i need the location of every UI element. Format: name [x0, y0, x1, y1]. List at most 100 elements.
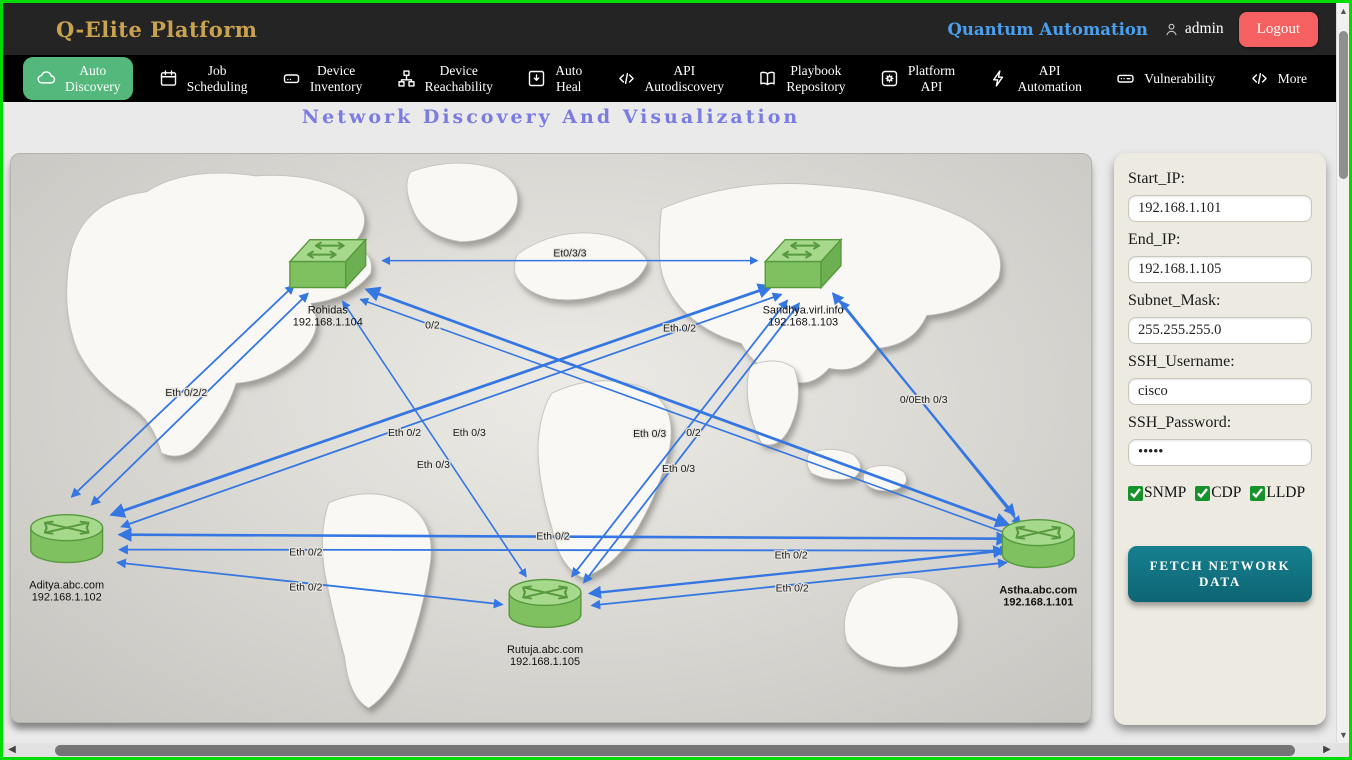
- end-ip-label: End_IP:: [1128, 231, 1312, 249]
- scroll-down-icon[interactable]: ▼: [1337, 728, 1350, 742]
- lldp-checkbox[interactable]: [1250, 486, 1265, 501]
- discovery-form-panel: Start_IP: End_IP: Subnet_Mask: SSH_Username…: [1114, 153, 1326, 725]
- nav-item-label: More: [1278, 71, 1307, 86]
- device-ip-label: 192.168.1.104: [293, 316, 363, 328]
- nav-item-label: JobScheduling: [187, 63, 248, 93]
- page-title: Network Discovery And Visualization: [10, 106, 1092, 128]
- device-aditya[interactable]: Aditya.abc.com192.168.1.102: [29, 515, 104, 604]
- fetch-network-data-button[interactable]: FETCH NETWORK DATA: [1128, 546, 1312, 602]
- edge-label: Eth 0/2: [775, 551, 808, 562]
- device-rutuja[interactable]: Rutuja.abc.com192.168.1.105: [507, 580, 583, 669]
- sitemap-icon: [396, 68, 417, 89]
- edge-label: Eth 0/2: [776, 583, 809, 594]
- app-logo: Q-Elite Platform: [56, 17, 258, 42]
- edge-label: Eth 0/3: [633, 429, 666, 440]
- horizontal-scroll-thumb[interactable]: [55, 745, 1295, 756]
- edge-label: Eth 0/3: [662, 464, 695, 475]
- device-name-label: Aditya.abc.com: [29, 579, 104, 591]
- snmp-checkbox[interactable]: [1128, 486, 1143, 501]
- start-ip-input[interactable]: [1128, 195, 1312, 222]
- logout-button[interactable]: Logout: [1239, 12, 1318, 47]
- vertical-scroll-thumb[interactable]: [1339, 31, 1348, 179]
- horizontal-scrollbar[interactable]: ◀ ▶: [3, 743, 1336, 757]
- user-icon: [1163, 21, 1180, 38]
- header-right: Quantum Automation admin Logout: [948, 12, 1318, 47]
- edge-label: 0/2: [425, 320, 440, 331]
- ssh-username-label: SSH_Username:: [1128, 353, 1312, 371]
- edge-label: Eth 0/2: [388, 428, 421, 439]
- nav-item-device-reachability[interactable]: DeviceReachability: [387, 59, 502, 97]
- nav-item-label: PlaybookRepository: [786, 63, 845, 93]
- ssh-password-input[interactable]: [1128, 439, 1312, 466]
- device-ip-label: 192.168.1.101: [1003, 596, 1073, 608]
- nav-item-label: APIAutodiscovery: [645, 63, 724, 93]
- device-ip-label: 192.168.1.102: [32, 591, 102, 603]
- nav-item-label: DeviceReachability: [425, 63, 493, 93]
- topology-canvas[interactable]: Et0/3/3 0/2 Eth 0/2 Eth 0/2/2 Eth 0/2 Eth 0/3…: [11, 154, 1091, 722]
- nav-item-platform-api[interactable]: PlatformAPI: [870, 59, 964, 97]
- nav-bar: AutoDiscovery JobScheduling DeviceInventor…: [3, 55, 1336, 102]
- heal-icon: [526, 68, 547, 89]
- scroll-up-icon[interactable]: ▲: [1337, 4, 1350, 18]
- subnet-mask-label: Subnet_Mask:: [1128, 292, 1312, 310]
- ssh-username-input[interactable]: [1128, 378, 1312, 405]
- nav-item-label: AutoDiscovery: [65, 63, 120, 93]
- cloud-icon: [36, 68, 57, 89]
- calendar-icon: [158, 68, 179, 89]
- edge-label: Et0/3/3: [553, 249, 586, 260]
- brand-title: Quantum Automation: [948, 20, 1148, 39]
- cdp-checkbox[interactable]: [1195, 486, 1210, 501]
- protocol-checkbox-row: SNMP CDP LLDP: [1128, 484, 1312, 502]
- device-ip-label: 192.168.1.105: [510, 656, 580, 668]
- device-name-label: Sandhya.virl.info: [763, 304, 844, 316]
- device-name-label: Astha.abc.com: [999, 584, 1077, 596]
- nav-item-auto-heal[interactable]: AutoHeal: [517, 59, 591, 97]
- user-chip: admin: [1163, 20, 1224, 38]
- app-root: Q-Elite Platform Quantum Automation admi…: [0, 0, 1352, 760]
- nav-item-device-inventory[interactable]: DeviceInventory: [272, 59, 371, 97]
- nav-item-label: APIAutomation: [1017, 63, 1082, 93]
- server-icon: [281, 68, 302, 89]
- app-header: Q-Elite Platform Quantum Automation admi…: [3, 3, 1336, 55]
- book-icon: [757, 68, 778, 89]
- username: admin: [1185, 20, 1224, 38]
- vertical-scrollbar[interactable]: ▲ ▼: [1336, 3, 1349, 743]
- edge-label: 0/0Eth 0/3: [900, 395, 948, 406]
- scroll-right-icon[interactable]: ▶: [1320, 743, 1334, 757]
- drive-icon: [1115, 68, 1136, 89]
- nav-item-label: AutoHeal: [555, 63, 582, 93]
- cdp-checkbox-label[interactable]: CDP: [1195, 484, 1241, 502]
- ssh-password-label: SSH_Password:: [1128, 414, 1312, 432]
- edge-label: Eth 0/3: [453, 428, 486, 439]
- edge-label: 0/2: [686, 428, 701, 439]
- edge-label: Eth 0/3: [417, 460, 450, 471]
- scroll-left-icon[interactable]: ◀: [5, 743, 19, 757]
- edge-label: Eth 0/2: [536, 532, 569, 543]
- edge-label: Eth 0/2: [663, 323, 696, 334]
- nav-item-auto-discovery[interactable]: AutoDiscovery: [23, 57, 133, 99]
- end-ip-input[interactable]: [1128, 256, 1312, 283]
- device-name-label: Rohidas: [308, 304, 349, 316]
- platform-icon: [879, 68, 900, 89]
- snmp-checkbox-text: SNMP: [1144, 484, 1186, 502]
- nav-item-api-autodiscovery[interactable]: APIAutodiscovery: [607, 59, 733, 97]
- nav-item-api-automation[interactable]: APIAutomation: [979, 59, 1091, 97]
- device-astha[interactable]: Astha.abc.com192.168.1.101: [999, 520, 1077, 609]
- nav-item-label: DeviceInventory: [310, 63, 362, 93]
- edge-label: Eth 0/2/2: [165, 388, 207, 399]
- nav-item-playbook-repository[interactable]: PlaybookRepository: [748, 59, 854, 97]
- code-icon: [616, 68, 637, 89]
- scrollbar-corner: [1336, 743, 1349, 757]
- snmp-checkbox-label[interactable]: SNMP: [1128, 484, 1186, 502]
- device-name-label: Rutuja.abc.com: [507, 644, 583, 656]
- nav-item-job-scheduling[interactable]: JobScheduling: [149, 59, 257, 97]
- lldp-checkbox-label[interactable]: LLDP: [1250, 484, 1305, 502]
- edge-label: Eth 0/2: [289, 548, 322, 559]
- topology-link: [120, 550, 1009, 551]
- start-ip-label: Start_IP:: [1128, 170, 1312, 188]
- nav-item-more[interactable]: More: [1240, 64, 1316, 93]
- subnet-mask-input[interactable]: [1128, 317, 1312, 344]
- code-icon: [1249, 68, 1270, 89]
- nav-item-label: PlatformAPI: [908, 63, 955, 93]
- nav-item-vulnerability[interactable]: Vulnerability: [1106, 64, 1224, 93]
